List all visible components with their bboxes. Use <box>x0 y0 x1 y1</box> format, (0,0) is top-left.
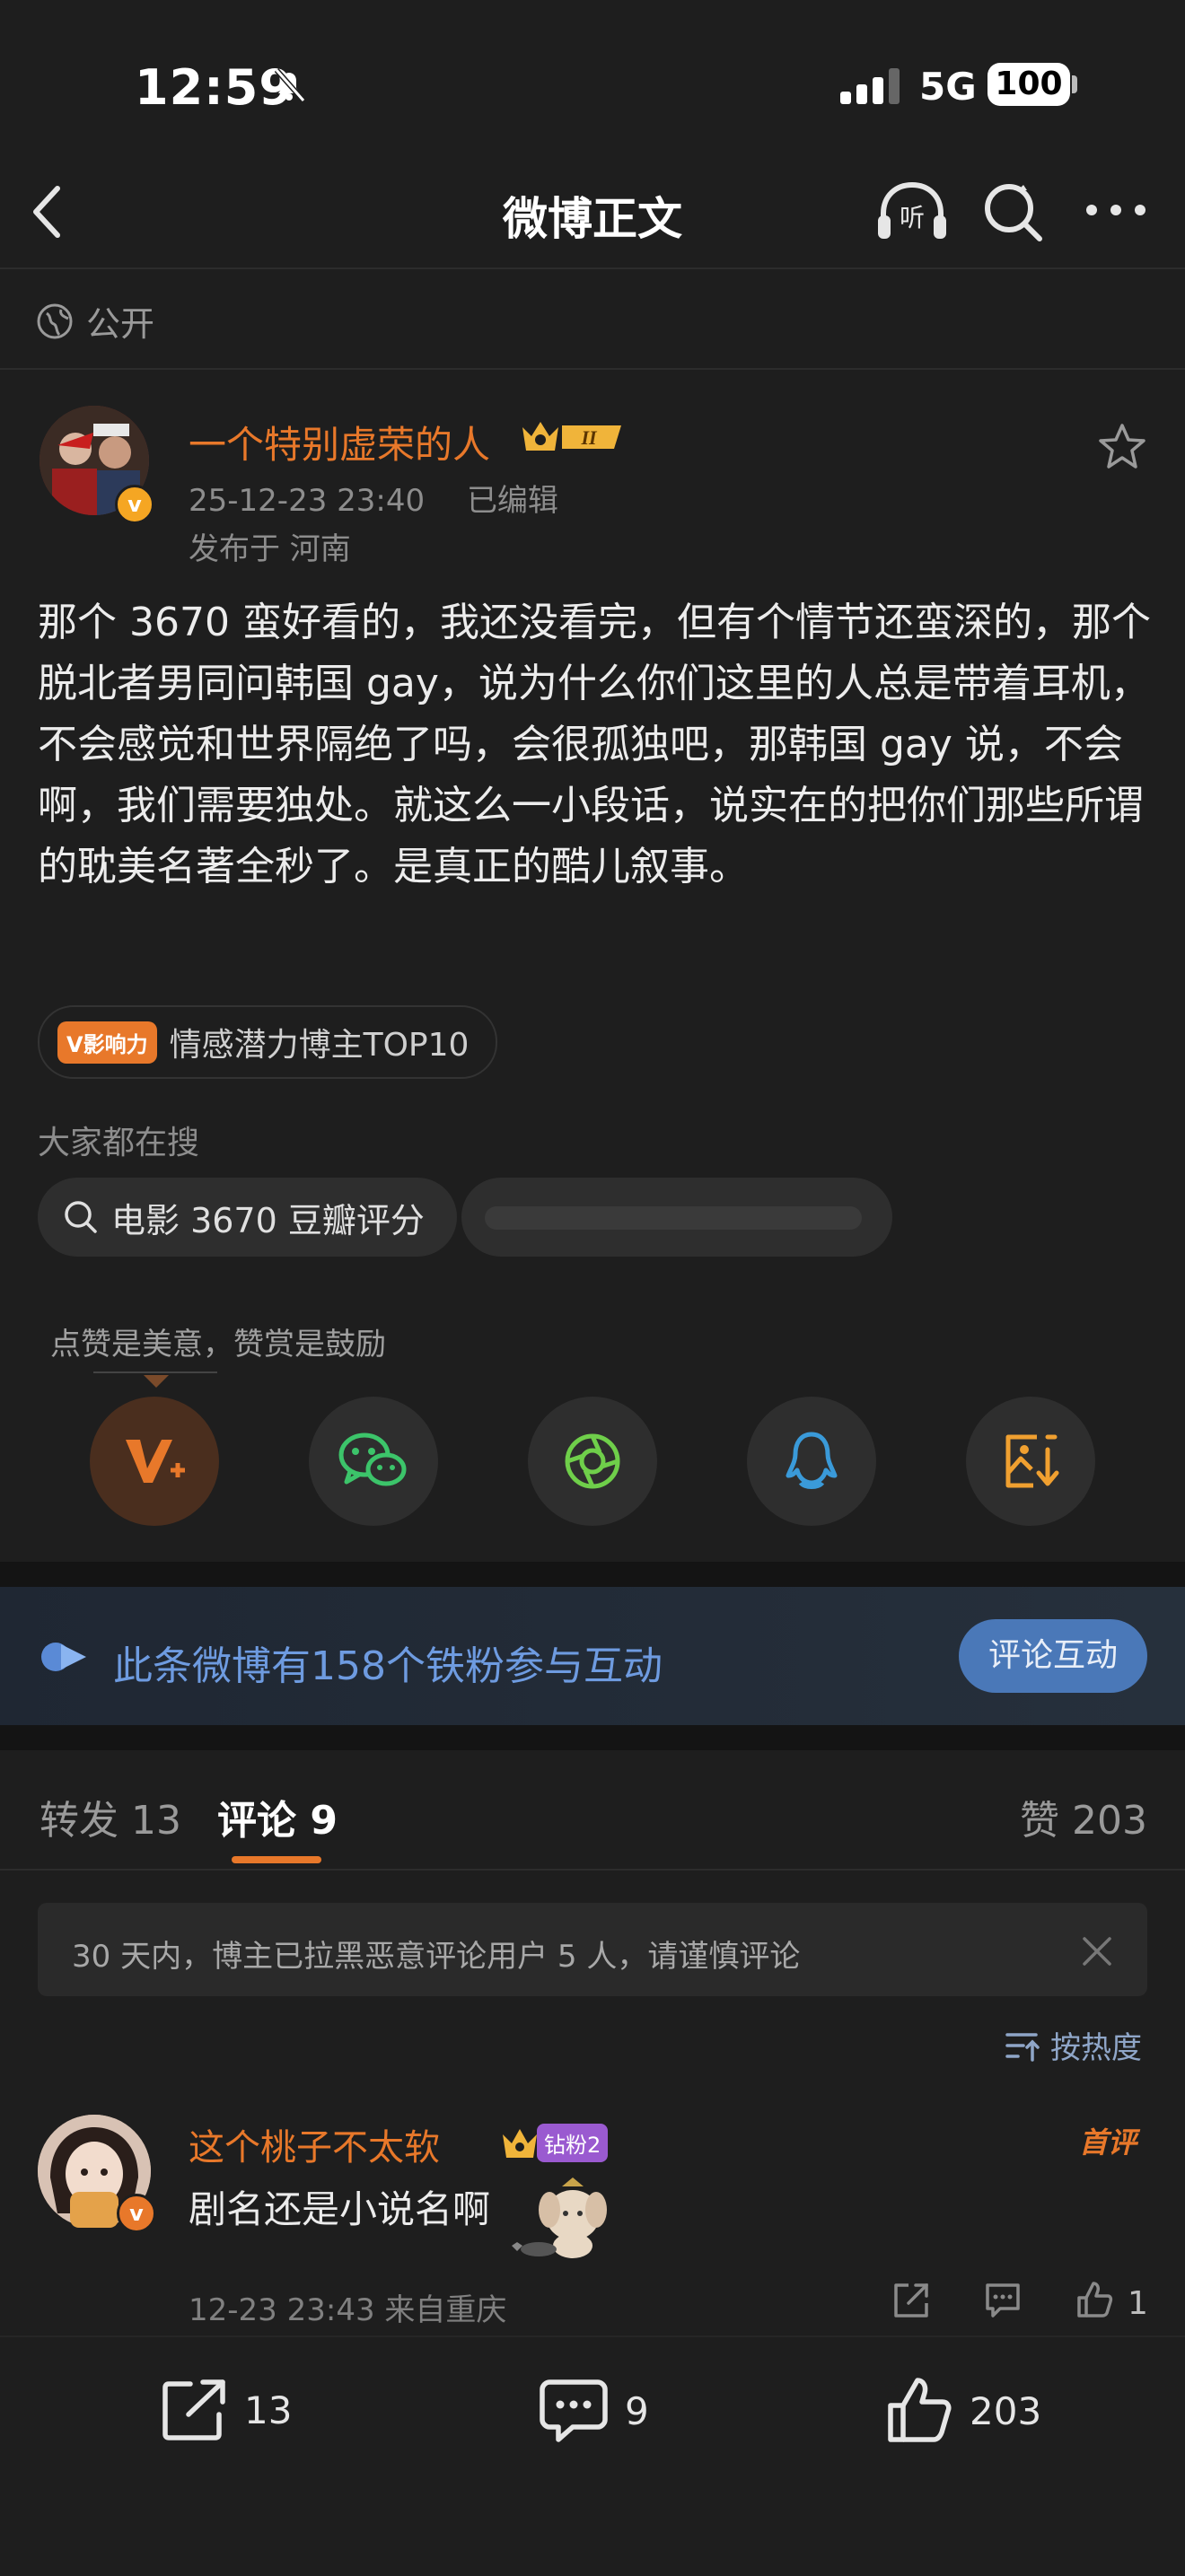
search-icon[interactable] <box>982 181 1045 244</box>
edited-label: 已编辑 <box>466 483 558 519</box>
commenter-verified-icon: v <box>117 2194 156 2233</box>
section-separator-2 <box>0 1725 1185 1750</box>
bottom-comment-button[interactable]: 9 <box>537 2377 649 2445</box>
wechat-icon <box>338 1433 407 1486</box>
reward-button[interactable] <box>90 1397 219 1526</box>
post-text: 那个 3670 蛮好看的，我还没看完，但有个情节还蛮深的，那个脱北者男同问韩国 … <box>38 600 1151 889</box>
tab-repost[interactable]: 转发 13 <box>40 1788 181 1845</box>
verified-badge-icon: v <box>115 485 154 524</box>
active-tab-indicator <box>232 1856 321 1863</box>
close-icon[interactable] <box>1081 1935 1113 1967</box>
battery-tip <box>1072 75 1077 93</box>
hint-caret <box>144 1375 169 1388</box>
network-type: 5G <box>919 65 977 109</box>
share-qq-button[interactable] <box>747 1397 876 1526</box>
visibility-divider <box>0 368 1185 370</box>
influence-pill[interactable]: V影响力 情感潜力博主TOP10 <box>38 1005 498 1079</box>
moments-icon <box>565 1433 620 1489</box>
comment-like-count: 1 <box>1128 2285 1148 2322</box>
mute-bell-icon <box>274 68 306 102</box>
header-divider <box>0 267 1185 269</box>
v-influence-tag: V影响力 <box>57 1021 157 1064</box>
first-comment-tag: 首评 <box>1079 2125 1137 2160</box>
bottom-repost-button[interactable]: 13 <box>160 2377 292 2443</box>
crown-icon <box>503 2128 537 2158</box>
author-name[interactable]: 一个特别虚荣的人 <box>189 415 490 469</box>
iron-fan-text: 此条微博有158个铁粉参与互动 <box>113 1643 663 1689</box>
comment-interact-button[interactable]: 评论互动 <box>959 1619 1147 1693</box>
fan-badge-label: 钻粉2 <box>537 2124 609 2162</box>
favorite-star-icon[interactable] <box>1097 422 1147 472</box>
tab-likes[interactable]: 赞 203 <box>1020 1788 1147 1845</box>
share-wechat-button[interactable] <box>309 1397 438 1526</box>
like-thumb-icon <box>888 2378 952 2442</box>
influence-label: 情感潜力博主TOP10 <box>169 1027 470 1064</box>
sort-icon <box>1005 2032 1040 2062</box>
trending-search-chip[interactable]: 电影 3670 豆瓣评分 <box>38 1178 457 1257</box>
share-moments-button[interactable] <box>528 1397 657 1526</box>
comment-share-icon[interactable] <box>891 2280 932 2321</box>
reward-hint: 点赞是美意，赞赏是鼓励 <box>50 1327 386 1362</box>
save-image-icon <box>1005 1434 1059 1488</box>
visibility-label: 公开 <box>86 304 155 344</box>
comment-reply-icon[interactable] <box>982 2280 1023 2321</box>
bottom-repost-count: 13 <box>244 2388 293 2432</box>
member-crown-badge-icon: II <box>522 422 621 451</box>
v-plus-reward-icon <box>126 1440 185 1483</box>
blurred-placeholder <box>485 1206 862 1230</box>
bottom-action-bar <box>0 2335 1185 2576</box>
post-location: 发布于 河南 <box>189 531 351 567</box>
tabs-divider <box>0 1869 1185 1871</box>
comment-icon <box>540 2379 608 2442</box>
repost-icon <box>162 2379 225 2440</box>
listen-label: 听 <box>900 204 925 232</box>
comment-meta: 12-23 23:43 来自重庆 <box>189 2292 507 2328</box>
save-image-button[interactable] <box>966 1397 1095 1526</box>
bottom-like-button[interactable]: 203 <box>885 2377 1041 2445</box>
listen-headphones-icon[interactable]: 听 <box>876 180 948 242</box>
section-separator <box>0 1562 1185 1587</box>
trending-label: 大家都在搜 <box>38 1125 200 1161</box>
sort-label: 按热度 <box>1050 2030 1142 2066</box>
globe-icon <box>37 303 73 338</box>
iron-fan-icon <box>41 1643 86 1671</box>
post-datetime-row: 25-12-23 23:40 已编辑 <box>189 476 558 520</box>
more-icon[interactable] <box>1084 201 1147 219</box>
battery-indicator: 100 <box>988 63 1070 106</box>
search-icon <box>65 1201 97 1233</box>
tab-comments[interactable]: 评论 9 <box>217 1788 338 1845</box>
fan-badge: 钻粉2 <box>499 2124 609 2162</box>
qq-icon <box>786 1432 838 1489</box>
block-notice-text: 30 天内，博主已拉黑恶意评论用户 5 人，请谨慎评论 <box>72 1939 801 1975</box>
level-badge-text: II <box>580 426 598 449</box>
cellular-signal-icon <box>840 68 900 104</box>
commenter-name[interactable]: 这个桃子不太软 <box>189 2118 440 2170</box>
sort-toggle[interactable]: 按热度 <box>1004 2023 1142 2067</box>
bottom-comment-count: 9 <box>625 2388 649 2433</box>
hint-underline <box>93 1371 217 1373</box>
bottom-like-count: 203 <box>970 2388 1042 2433</box>
comment-text: 剧名还是小说名啊 <box>189 2187 491 2231</box>
comment-like-icon[interactable] <box>1074 2280 1115 2321</box>
post-datetime: 25-12-23 23:40 <box>189 483 426 519</box>
visibility-row: 公开 <box>36 296 154 346</box>
trending-search-text: 电影 3670 豆瓣评分 <box>111 1200 425 1240</box>
puppy-sticker-icon <box>512 2177 607 2258</box>
